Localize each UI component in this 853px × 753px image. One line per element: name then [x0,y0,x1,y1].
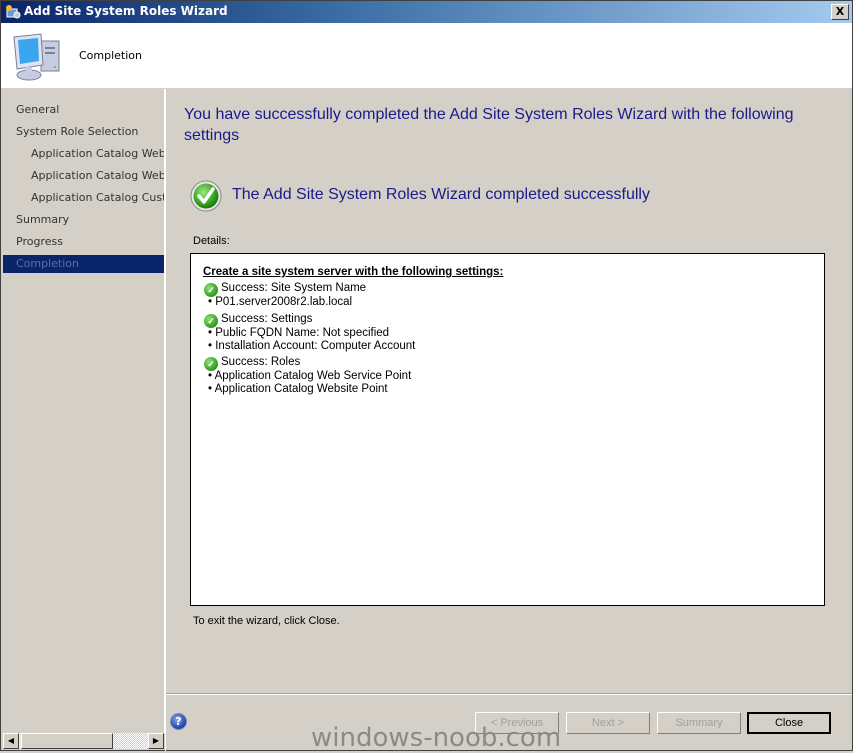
next-button[interactable]: Next > [566,712,650,734]
wizard-header: Completion [1,23,852,88]
detail-item-text: Application Catalog Website Point [214,383,388,395]
watermark: windows-noob.com [311,723,562,753]
nav-horizontal-scrollbar[interactable]: ◀ ▶ [3,733,164,749]
nav-item-app-catalog-customizations[interactable]: Application Catalog Customizations [3,189,164,207]
detail-item: • Application Catalog Website Point [208,383,388,395]
status-row: ✓ Success: Site System Name [204,282,366,297]
detail-item-text: Application Catalog Web Service Point [214,370,412,382]
nav-item-summary[interactable]: Summary [3,211,164,229]
page-title: Completion [79,49,143,62]
details-header: Create a site system server with the fol… [203,266,504,278]
scroll-left-button[interactable]: ◀ [3,733,19,749]
help-icon[interactable]: ? [170,713,187,730]
details-panel[interactable]: Create a site system server with the fol… [190,253,825,606]
nav-item-app-catalog-web-service[interactable]: Application Catalog Web Service Point [3,145,164,163]
close-window-button[interactable]: X [831,4,849,20]
success-check-icon [190,180,222,212]
completion-heading: You have successfully completed the Add … [184,106,794,144]
nav-divider [165,89,166,751]
nav-item-system-role-selection[interactable]: System Role Selection [3,123,164,141]
window-title: Add Site System Roles Wizard [24,4,228,18]
footer-separator [166,693,852,695]
detail-item: • Public FQDN Name: Not specified [208,327,390,339]
success-check-icon: ✓ [204,283,218,297]
nav-item-progress[interactable]: Progress [3,233,164,251]
status-row: ✓ Success: Settings [204,313,312,328]
status-row: ✓ Success: Roles [204,356,300,371]
detail-item: • Application Catalog Web Service Point [208,370,412,382]
status-text: Success: Site System Name [221,282,367,294]
close-button[interactable]: Close [747,712,831,734]
wizard-window: Add Site System Roles Wizard X Completio… [0,0,853,753]
wizard-nav: General System Role Selection Applicatio… [3,89,165,733]
nav-item-app-catalog-website[interactable]: Application Catalog Website Point [3,167,164,185]
detail-item-text: Installation Account: Computer Account [215,340,416,352]
nav-item-completion[interactable]: Completion [3,255,164,273]
computer-icon [13,33,60,81]
detail-item: • P01.server2008r2.lab.local [208,296,353,308]
success-message: The Add Site System Roles Wizard complet… [232,186,650,203]
exit-instructions: To exit the wizard, click Close. [193,615,340,627]
success-check-icon: ✓ [204,314,218,328]
wizard-icon [6,5,21,19]
scroll-track[interactable] [113,733,149,749]
detail-item: • Installation Account: Computer Account [208,340,416,352]
nav-item-general[interactable]: General [3,101,164,119]
details-label: Details: [193,235,230,247]
status-text: Success: Roles [221,356,301,368]
status-text: Success: Settings [221,313,313,325]
detail-item-text: Public FQDN Name: Not specified [215,327,390,339]
scroll-right-button[interactable]: ▶ [148,733,164,749]
scroll-thumb[interactable] [21,733,113,749]
success-check-icon: ✓ [204,357,218,371]
title-bar: Add Site System Roles Wizard X [1,1,852,23]
detail-item-text: P01.server2008r2.lab.local [215,296,353,308]
summary-button[interactable]: Summary [657,712,741,734]
